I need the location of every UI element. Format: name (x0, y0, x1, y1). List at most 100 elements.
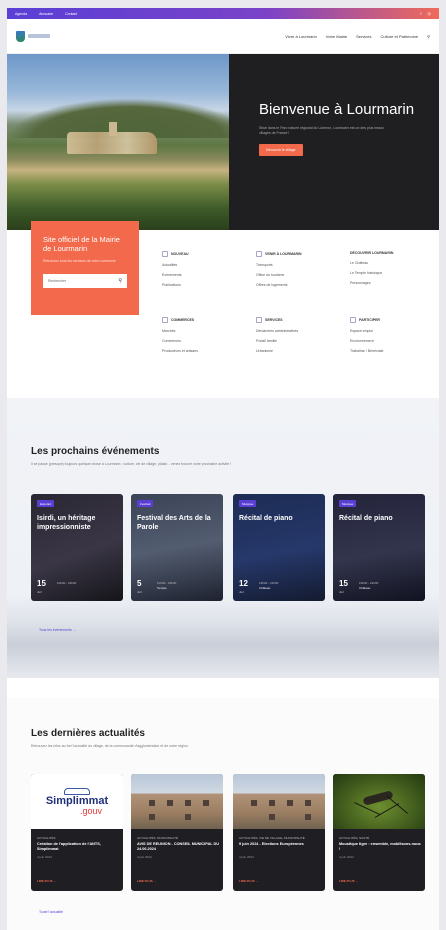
event-badge: Festival (137, 500, 154, 507)
event-month: Juil (37, 590, 42, 594)
event-card[interactable]: Musique Récital de piano 15 Juil 19h00 -… (333, 494, 425, 601)
services-col-decouvrir: DÉCOUVRIR LOURMARIN Le Château Le Temple… (350, 251, 432, 293)
services-col-venir: VENIR À LOURMARIN Transports Office du t… (256, 251, 338, 293)
mairie-text: Retrouvez tous les services de votre com… (43, 259, 116, 263)
topbar-link-contact[interactable]: Contact (65, 12, 77, 16)
event-time: 19h00 - 21h00 (359, 581, 379, 585)
read-more-link[interactable]: LIRE PLUS → (137, 879, 157, 883)
news-image-town-hall (233, 774, 325, 829)
news-card[interactable]: ACTUALITÉS, VIE DE VILLAGE, MUNICIPALITÉ… (233, 774, 325, 891)
event-time: 10h00 - 18h00 (57, 581, 77, 585)
services-link[interactable]: Portail famille (256, 339, 338, 343)
services-link[interactable]: Evènements (162, 273, 244, 277)
nav-item-services[interactable]: Services (356, 34, 371, 39)
all-news-link[interactable]: Toute l'actualité (39, 910, 63, 914)
site-header: Vivre à Lourmarin Votre Mairie Services … (7, 19, 439, 54)
news-card[interactable]: Simplimmat .gouv ACTUALITÉS Création de … (31, 774, 123, 891)
services-link[interactable]: Office du tourisme (256, 273, 338, 277)
news-card[interactable]: ACTUALITÉS, MUNICIPALITÉ AVIS DE REUNION… (131, 774, 223, 891)
people-icon (350, 317, 356, 323)
instagram-icon[interactable]: ◎ (428, 11, 432, 16)
services-link[interactable]: Personnages (350, 281, 432, 285)
read-more-link[interactable]: LIRE PLUS → (37, 879, 57, 883)
event-title: Isirdi, un héritage impressionniste (37, 515, 96, 531)
read-more-link[interactable]: LIRE PLUS → (339, 879, 359, 883)
event-title: Festival des Arts de la Parole (137, 515, 211, 531)
event-card[interactable]: Expo/art Isirdi, un héritage impressionn… (31, 494, 123, 601)
news-card-title: 9 juin 2024 - Elections Européennes (239, 842, 304, 846)
discover-button[interactable]: Découvrir le village (259, 144, 303, 156)
services-col-title: VENIR À LOURMARIN (265, 252, 302, 256)
services-link[interactable]: Démarches administratives (256, 329, 338, 333)
event-month: Juil (137, 590, 142, 594)
search-icon[interactable]: ⚲ (427, 34, 430, 39)
event-card[interactable]: Festival Festival des Arts de la Parole … (131, 494, 223, 601)
search-input[interactable]: Rechercher ⚲ (43, 274, 127, 288)
services-col-commerces: COMMERCES Marchés Commerces Producteurs … (162, 317, 244, 359)
main-nav: Vivre à Lourmarin Votre Mairie Services … (285, 34, 430, 39)
nav-item-culture[interactable]: Culture et Patrimoine (380, 34, 418, 39)
services-link[interactable]: Publications (162, 283, 244, 287)
news-date: 4 juin 2024 (239, 855, 254, 859)
building-icon (256, 317, 262, 323)
news-title: Les dernières actualités (31, 728, 145, 739)
simplimmat-logo-gouv: .gouv (79, 805, 103, 816)
services-col-title: COMMERCES (171, 318, 195, 322)
event-card[interactable]: Musique Récital de piano 12 Juil 19h00 -… (233, 494, 325, 601)
event-place: Château (359, 586, 371, 590)
services-link[interactable]: Producteurs et artisans (162, 349, 244, 353)
nav-item-mairie[interactable]: Votre Mairie (326, 34, 347, 39)
event-time: 10h00 - 18h00 (157, 581, 177, 585)
hero-title: Bienvenue à Lourmarin (259, 101, 415, 118)
search-icon[interactable]: ⚲ (118, 278, 122, 284)
news-image-mosquito (333, 774, 425, 829)
news-image-simplimmat: Simplimmat .gouv (31, 774, 123, 829)
news-card[interactable]: ACTUALITÉS, SANTÉ Moustique tigre : ense… (333, 774, 425, 891)
facebook-icon[interactable]: f (420, 11, 421, 16)
read-more-link[interactable]: LIRE PLUS → (239, 879, 259, 883)
services-link[interactable]: Environnement (350, 339, 432, 343)
all-events-link[interactable]: Tous les évènements → (39, 628, 76, 632)
services-col-services: SERVICES Démarches administratives Porta… (256, 317, 338, 359)
services-link[interactable]: Le Château (350, 261, 432, 265)
event-place: Château (259, 586, 271, 590)
events-subtitle: Il se passe (presque) toujours quelque c… (31, 462, 231, 466)
topbar-link-annuaire[interactable]: Annuaire (39, 12, 53, 16)
simplimmat-logo-text: Simplimmat (45, 794, 109, 807)
event-badge: Musique (239, 500, 257, 507)
hero-tower (109, 122, 117, 136)
events-title: Les prochains événements (31, 446, 160, 457)
news-date: 4 juin 2024 (339, 855, 354, 859)
social-links: f ◎ (420, 11, 431, 16)
event-place: Temple (157, 586, 167, 590)
news-date: 4 juin 2024 (137, 855, 152, 859)
news-image-town-hall (131, 774, 223, 829)
event-day: 15 (339, 579, 348, 588)
services-link[interactable]: Le Temple historique (350, 271, 432, 275)
news-category: ACTUALITÉS (37, 836, 56, 840)
event-month: Juil (239, 590, 244, 594)
services-col-title: DÉCOUVRIR LOURMARIN (350, 251, 394, 255)
services-link[interactable]: Urbanisme (256, 349, 338, 353)
site-logo[interactable] (16, 29, 52, 43)
event-day: 12 (239, 579, 248, 588)
mairie-title: Site officiel de la Mairie de Lourmarin (43, 235, 120, 253)
services-link[interactable]: Espace emploi (350, 329, 432, 333)
topbar-link-agenda[interactable]: Agenda (15, 12, 27, 16)
nav-item-vivre[interactable]: Vivre à Lourmarin (285, 34, 317, 39)
news-card-title: Création de l'application de l'ANTS, Sim… (37, 842, 101, 851)
events-section: Les prochains événements Il se passe (pr… (7, 398, 439, 678)
hero-section: Bienvenue à Lourmarin Situé dans le Parc… (7, 54, 439, 230)
event-time: 19h00 - 21h00 (259, 581, 279, 585)
crest-icon (16, 30, 25, 42)
services-link[interactable]: Actualités (162, 263, 244, 267)
services-link[interactable]: Trabalhar / Bénévolat (350, 349, 432, 353)
news-card-title: Moustique tigre : ensemble, mobilisons-n… (339, 842, 421, 851)
top-utility-bar: Agenda Annuaire Contact f ◎ (7, 8, 439, 19)
logo-wordmark (28, 34, 50, 38)
services-link[interactable]: Commerces (162, 339, 244, 343)
event-day: 15 (37, 579, 46, 588)
services-link[interactable]: Offres de logements (256, 283, 338, 287)
services-link[interactable]: Transports (256, 263, 338, 267)
services-link[interactable]: Marchés (162, 329, 244, 333)
